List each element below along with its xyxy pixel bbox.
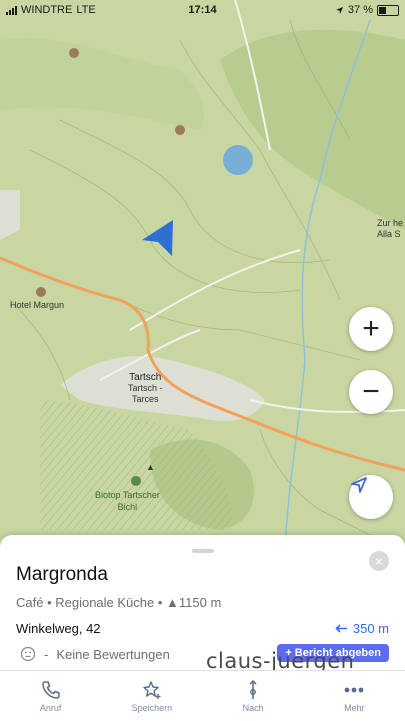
status-bar: WINDTRE LTE 17:14 37 % (0, 0, 405, 20)
face-neutral-icon (20, 646, 36, 662)
rating-dash: - (44, 646, 49, 662)
star-plus-icon (143, 681, 161, 699)
map-label-biotop[interactable]: Biotop Tartscher Bichl (95, 489, 160, 513)
zoom-in-button[interactable]: + (349, 307, 393, 351)
battery-percent: 37 % (347, 4, 373, 16)
arrow-left-icon (335, 624, 347, 633)
route-icon (249, 679, 257, 699)
map-label-biotop-line2: Bichl (117, 502, 138, 512)
distance-value: 350 m (352, 621, 389, 636)
place-category: Café • Regionale Küche • ▲1150 m (16, 595, 222, 610)
status-right: 37 % (335, 4, 399, 16)
map-label-hotel[interactable]: Hotel Margun (10, 300, 64, 310)
map-label-edge-line2: Alla S (377, 229, 401, 239)
close-button[interactable]: × (369, 551, 389, 571)
place-distance[interactable]: 350 m (335, 621, 389, 636)
location-arrow-icon (335, 6, 344, 14)
tab-route-label: Nach (242, 703, 264, 713)
locate-me-button[interactable] (349, 475, 393, 519)
tab-call[interactable]: Anruf (0, 671, 101, 721)
map-label-town-line2: Tartsch - (128, 383, 163, 393)
more-dots-icon (344, 687, 364, 693)
map-canvas (0, 0, 405, 545)
navigation-arrow-icon (351, 477, 367, 493)
rating-text: Keine Bewertungen (56, 646, 170, 662)
map-label-edge: Zur he Alla S (377, 218, 403, 240)
tab-call-label: Anruf (39, 703, 62, 713)
sheet-drag-handle[interactable] (192, 549, 214, 553)
map-view[interactable]: Hotel Margun Tartsch Tartsch - Tarces Bi… (0, 0, 405, 545)
battery-icon (377, 4, 399, 16)
map-label-edge-line1: Zur he (377, 218, 404, 228)
place-address[interactable]: Winkelweg, 42 (16, 621, 101, 636)
zoom-out-button[interactable]: − (349, 370, 393, 414)
tab-save[interactable]: Speichern (101, 671, 202, 721)
map-label-biotop-line1: Biotop Tartscher (95, 490, 160, 500)
rating-row: - Keine Bewertungen (20, 646, 170, 662)
tab-save-label: Speichern (131, 703, 173, 713)
map-label-town-line1: Tartsch (129, 372, 162, 383)
map-label-town-line3: Tarces (132, 394, 159, 404)
tab-route[interactable]: Nach (203, 671, 304, 721)
bottom-tab-bar: Anruf Speichern Nach Mehr (0, 670, 405, 721)
map-label-town[interactable]: Tartsch Tartsch - Tarces (128, 372, 163, 405)
place-name: Margronda (16, 564, 108, 585)
phone-icon (41, 681, 60, 699)
tab-more[interactable]: Mehr (304, 671, 405, 721)
tab-more-label: Mehr (344, 703, 365, 713)
